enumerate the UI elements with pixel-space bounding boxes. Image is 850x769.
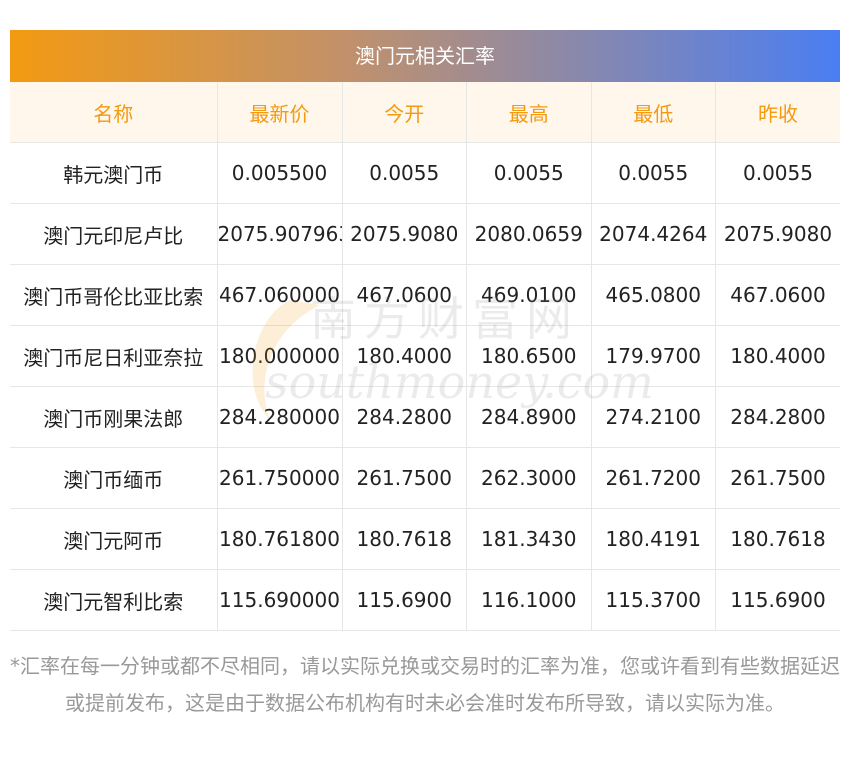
- low-price: 274.2100: [591, 386, 716, 448]
- open-price: 0.0055: [342, 142, 467, 204]
- prev-close-price: 180.4000: [715, 325, 840, 387]
- low-price: 261.7200: [591, 447, 716, 509]
- high-price: 2080.0659: [466, 203, 592, 265]
- low-price: 179.9700: [591, 325, 716, 387]
- rates-table: 名称 最新价 今开 最高 最低 昨收 韩元澳门币 0.005500 0.0055…: [10, 82, 840, 631]
- prev-close-price: 0.0055: [715, 142, 840, 204]
- low-price: 2074.4264: [591, 203, 716, 265]
- high-price: 469.0100: [466, 264, 592, 326]
- table-row: 澳门元智利比索 115.690000 115.6900 116.1000 115…: [10, 569, 840, 631]
- open-price: 2075.9080: [342, 203, 467, 265]
- latest-price: 2075.907963: [217, 203, 343, 265]
- high-price: 181.3430: [466, 508, 592, 570]
- high-price: 180.6500: [466, 325, 592, 387]
- rates-panel: 澳门元相关汇率 名称 最新价 今开 最高 最低 昨收 韩元澳门币 0.00550…: [10, 30, 840, 631]
- prev-close-price: 180.7618: [715, 508, 840, 570]
- table-row: 澳门币刚果法郎 284.280000 284.2800 284.8900 274…: [10, 386, 840, 448]
- high-price: 262.3000: [466, 447, 592, 509]
- low-price: 0.0055: [591, 142, 716, 204]
- open-price: 467.0600: [342, 264, 467, 326]
- disclaimer-note: *汇率在每一分钟或都不尽相同，请以实际兑换或交易时的汇率为准，您或许看到有些数据…: [10, 654, 840, 715]
- header-high: 最高: [466, 82, 592, 143]
- panel-title: 澳门元相关汇率: [10, 30, 840, 82]
- header-latest: 最新价: [217, 82, 343, 143]
- currency-pair-name: 澳门元阿币: [10, 508, 218, 570]
- open-price: 284.2800: [342, 386, 467, 448]
- currency-pair-name: 澳门币尼日利亚奈拉: [10, 325, 218, 387]
- latest-price: 284.280000: [217, 386, 343, 448]
- latest-price: 467.060000: [217, 264, 343, 326]
- open-price: 115.6900: [342, 569, 467, 631]
- prev-close-price: 284.2800: [715, 386, 840, 448]
- table-row: 澳门币缅币 261.750000 261.7500 262.3000 261.7…: [10, 447, 840, 509]
- latest-price: 180.761800: [217, 508, 343, 570]
- currency-pair-name: 澳门元智利比索: [10, 569, 218, 631]
- header-low: 最低: [591, 82, 716, 143]
- high-price: 0.0055: [466, 142, 592, 204]
- prev-close-price: 2075.9080: [715, 203, 840, 265]
- header-open: 今开: [342, 82, 467, 143]
- header-prev-close: 昨收: [715, 82, 840, 143]
- latest-price: 180.000000: [217, 325, 343, 387]
- high-price: 116.1000: [466, 569, 592, 631]
- table-row: 澳门元阿币 180.761800 180.7618 181.3430 180.4…: [10, 508, 840, 570]
- open-price: 180.4000: [342, 325, 467, 387]
- header-name: 名称: [10, 82, 218, 143]
- currency-pair-name: 韩元澳门币: [10, 142, 218, 204]
- high-price: 284.8900: [466, 386, 592, 448]
- low-price: 180.4191: [591, 508, 716, 570]
- currency-pair-name: 澳门元印尼卢比: [10, 203, 218, 265]
- table-row: 澳门币尼日利亚奈拉 180.000000 180.4000 180.6500 1…: [10, 325, 840, 387]
- prev-close-price: 261.7500: [715, 447, 840, 509]
- latest-price: 0.005500: [217, 142, 343, 204]
- latest-price: 115.690000: [217, 569, 343, 631]
- currency-pair-name: 澳门币缅币: [10, 447, 218, 509]
- low-price: 465.0800: [591, 264, 716, 326]
- prev-close-price: 115.6900: [715, 569, 840, 631]
- low-price: 115.3700: [591, 569, 716, 631]
- currency-pair-name: 澳门币刚果法郎: [10, 386, 218, 448]
- table-row: 澳门元印尼卢比 2075.907963 2075.9080 2080.0659 …: [10, 203, 840, 265]
- table-row: 澳门币哥伦比亚比索 467.060000 467.0600 469.0100 4…: [10, 264, 840, 326]
- latest-price: 261.750000: [217, 447, 343, 509]
- open-price: 261.7500: [342, 447, 467, 509]
- table-row: 韩元澳门币 0.005500 0.0055 0.0055 0.0055 0.00…: [10, 142, 840, 204]
- prev-close-price: 467.0600: [715, 264, 840, 326]
- currency-pair-name: 澳门币哥伦比亚比索: [10, 264, 218, 326]
- open-price: 180.7618: [342, 508, 467, 570]
- header-row: 名称 最新价 今开 最高 最低 昨收: [10, 82, 840, 143]
